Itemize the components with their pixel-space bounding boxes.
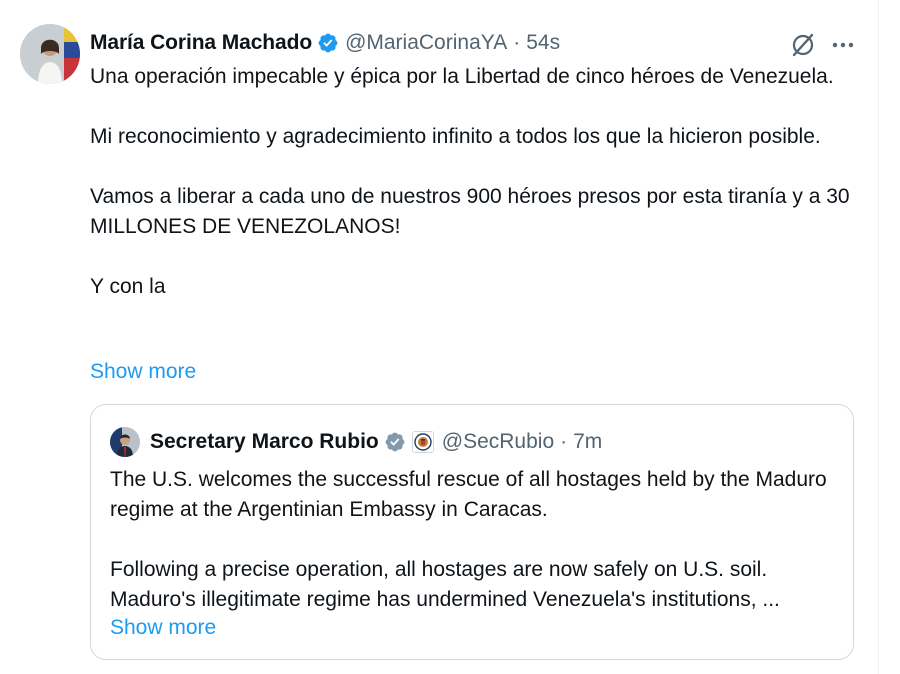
quoted-author-avatar[interactable] xyxy=(110,427,140,457)
more-options-button[interactable] xyxy=(828,30,858,60)
quoted-tweet[interactable]: Secretary Marco Rubio @SecRubio · 7m The… xyxy=(90,404,854,660)
quoted-tweet-timestamp[interactable]: 7m xyxy=(573,430,602,454)
author-handle[interactable]: @MariaCorinaYA xyxy=(345,31,507,55)
verified-badge-icon xyxy=(318,33,338,53)
quoted-author-name[interactable]: Secretary Marco Rubio xyxy=(150,430,379,454)
tweet-timestamp[interactable]: 54s xyxy=(526,31,560,55)
quoted-tweet-paragraph: Following a precise operation, all hosta… xyxy=(110,558,780,611)
verified-badge-icon xyxy=(385,432,405,452)
quoted-show-more-link[interactable]: Show more xyxy=(110,613,216,643)
tweet-header: María Corina Machado @MariaCorinaYA · 54… xyxy=(90,28,560,58)
tweet[interactable]: María Corina Machado @MariaCorinaYA · 54… xyxy=(0,0,878,674)
more-options-icon xyxy=(832,42,854,48)
tweet-text: Una operación impecable y épica por la L… xyxy=(90,62,860,302)
quoted-tweet-paragraph: The U.S. welcomes the successful rescue … xyxy=(110,468,827,521)
timeline-border xyxy=(878,0,879,674)
tweet-paragraph: Mi reconocimiento y agradecimiento infin… xyxy=(90,125,821,148)
tweet-paragraph: Una operación impecable y épica por la L… xyxy=(90,65,834,88)
author-name[interactable]: María Corina Machado xyxy=(90,31,312,55)
state-department-seal-icon[interactable] xyxy=(411,431,434,453)
separator-dot: · xyxy=(513,31,521,54)
grok-icon xyxy=(792,33,814,57)
quoted-tweet-header: Secretary Marco Rubio @SecRubio · 7m xyxy=(110,427,602,457)
quoted-tweet-text: The U.S. welcomes the successful rescue … xyxy=(110,465,840,615)
grok-button[interactable] xyxy=(788,30,818,60)
tweet-paragraph: Y con la xyxy=(90,275,166,298)
separator-dot: · xyxy=(560,430,568,453)
quoted-author-handle[interactable]: @SecRubio xyxy=(442,430,554,454)
show-more-link[interactable]: Show more xyxy=(90,357,196,387)
author-avatar[interactable] xyxy=(20,24,80,84)
tweet-paragraph: Vamos a liberar a cada uno de nuestros 9… xyxy=(90,185,850,238)
